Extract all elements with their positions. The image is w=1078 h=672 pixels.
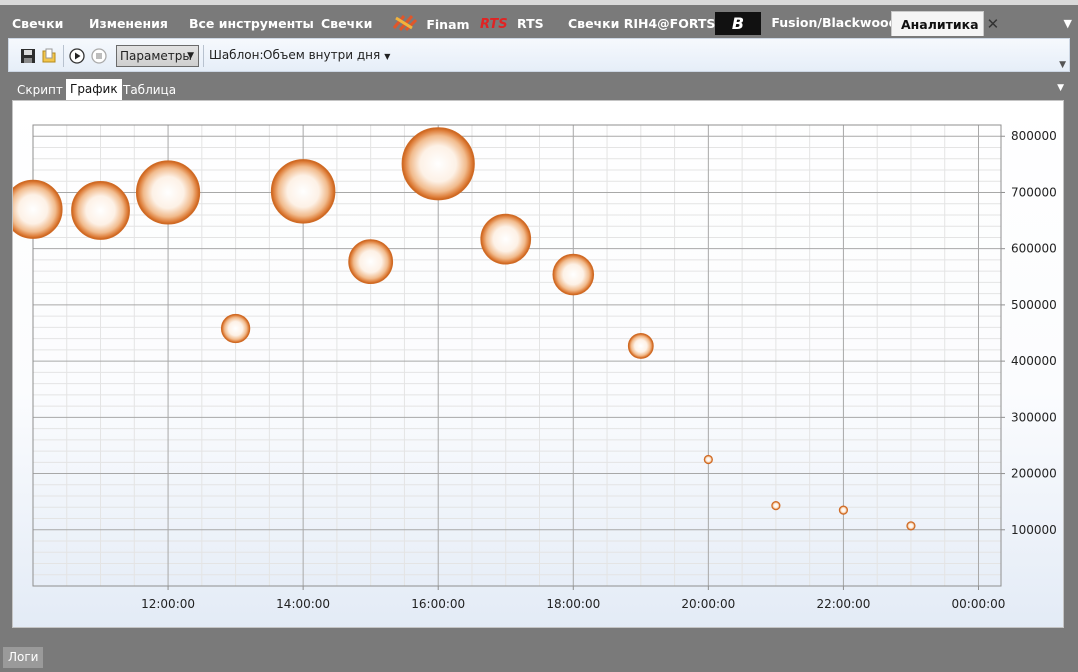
template-dropdown[interactable]: Объем внутри дня ▼ — [263, 48, 390, 62]
toolbar-overflow-icon[interactable]: ▼ — [1059, 60, 1066, 70]
chart-canvas: 12:00:00 14:00:00 16:00:00 18:00:00 20:00:00… — [13, 101, 1063, 627]
tab-rts[interactable]: RTS RTS — [480, 12, 544, 35]
toolbar-separator — [63, 45, 64, 67]
logs-label: Логи — [8, 650, 39, 664]
y-tick-label: 600000 — [1011, 242, 1057, 256]
y-tick-label: 300000 — [1011, 410, 1057, 424]
bubble-point — [771, 501, 781, 511]
bubble-point — [220, 313, 251, 344]
bubble-point — [552, 253, 595, 296]
tab-table[interactable]: Таблица — [119, 80, 180, 100]
tab-label: Скрипт — [17, 83, 63, 97]
bubble-chart: 12:00:00 14:00:00 16:00:00 18:00:00 20:00:00… — [12, 100, 1064, 628]
rts-logo-icon: RTS — [480, 17, 508, 32]
chevron-down-icon: ▼ — [384, 52, 391, 61]
tab-candles-rih4[interactable]: Свечки RIH4@FORTS — [568, 12, 715, 35]
x-tick-label: 16:00:00 — [411, 597, 465, 611]
tab-label: Таблица — [123, 83, 177, 97]
stop-icon[interactable] — [91, 48, 107, 64]
bubble-point — [703, 454, 713, 465]
tab-all-instruments[interactable]: Все инструменты — [189, 12, 314, 35]
bubble-point — [71, 181, 130, 240]
y-tick-label: 500000 — [1011, 298, 1057, 312]
y-tick-label: 700000 — [1011, 185, 1057, 199]
finam-logo-icon — [392, 12, 418, 39]
open-folder-icon[interactable] — [41, 48, 57, 64]
tab-label: Все инструменты — [189, 16, 314, 31]
x-tick-label: 12:00:00 — [141, 597, 195, 611]
bubble-point — [270, 159, 336, 224]
tab-candles-2[interactable]: Свечки — [321, 12, 372, 35]
x-tick-label: 22:00:00 — [816, 597, 870, 611]
tab-chart[interactable]: График — [66, 79, 122, 100]
parameters-dropdown[interactable]: Параметры ▼ — [116, 45, 199, 67]
x-tick-label: 20:00:00 — [681, 597, 735, 611]
tab-changes[interactable]: Изменения — [89, 12, 168, 35]
x-tick-label: 00:00:00 — [952, 597, 1006, 611]
tab-label: RTS — [517, 16, 544, 31]
blackwood-logo-icon: B — [715, 12, 761, 35]
tab-label: Свечки RIH4@FORTS — [568, 16, 716, 31]
bubble-point — [401, 127, 475, 201]
tab-label: Fusion/Blackwood — [771, 15, 898, 30]
y-tick-label: 100000 — [1011, 523, 1057, 537]
toolbar: Параметры ▼ Шаблон: Объем внутри дня ▼ ▼ — [8, 38, 1070, 72]
logs-tab[interactable]: Логи — [3, 647, 44, 668]
bubble-point — [838, 505, 849, 515]
x-tick-label: 14:00:00 — [276, 597, 330, 611]
tab-candles-1[interactable]: Свечки — [12, 12, 63, 35]
save-icon[interactable] — [20, 48, 36, 64]
tab-finam[interactable]: Finam — [392, 12, 470, 35]
parameters-label: Параметры — [120, 49, 192, 63]
view-tab-menu-icon[interactable]: ▼ — [1057, 83, 1064, 93]
x-tick-label: 18:00:00 — [546, 597, 600, 611]
bubble-point — [348, 239, 394, 285]
tab-label: График — [70, 82, 118, 96]
y-tick-label: 200000 — [1011, 467, 1057, 481]
chevron-down-icon: ▼ — [187, 51, 194, 61]
document-tab-bar: Свечки Изменения Все инструменты Свечки … — [0, 5, 1078, 37]
tab-list-menu-icon[interactable]: ▼ — [1064, 17, 1072, 30]
tab-label: Аналитика — [901, 17, 979, 32]
view-tab-bar: Скрипт График Таблица ▼ — [8, 78, 1070, 100]
y-tick-label: 800000 — [1011, 129, 1057, 143]
tab-script[interactable]: Скрипт — [13, 80, 67, 100]
template-value: Объем внутри дня — [263, 48, 381, 62]
tab-analytics[interactable]: Аналитика ✕ — [891, 11, 999, 36]
tab-label: Изменения — [89, 16, 168, 31]
bubble-point — [627, 333, 654, 359]
tab-label: Свечки — [321, 16, 373, 31]
toolbar-separator — [203, 45, 204, 67]
template-label: Шаблон: — [209, 48, 264, 62]
tab-label: Свечки — [12, 16, 64, 31]
play-icon[interactable] — [69, 48, 85, 64]
y-tick-label: 400000 — [1011, 354, 1057, 368]
close-icon[interactable]: ✕ — [987, 15, 1000, 33]
tab-fusion-blackwood[interactable]: B Fusion/Blackwood — [715, 11, 898, 36]
bubble-point — [135, 160, 201, 225]
bubble-point — [480, 213, 532, 265]
tab-label: Finam — [426, 17, 470, 32]
bubble-point — [906, 521, 916, 531]
